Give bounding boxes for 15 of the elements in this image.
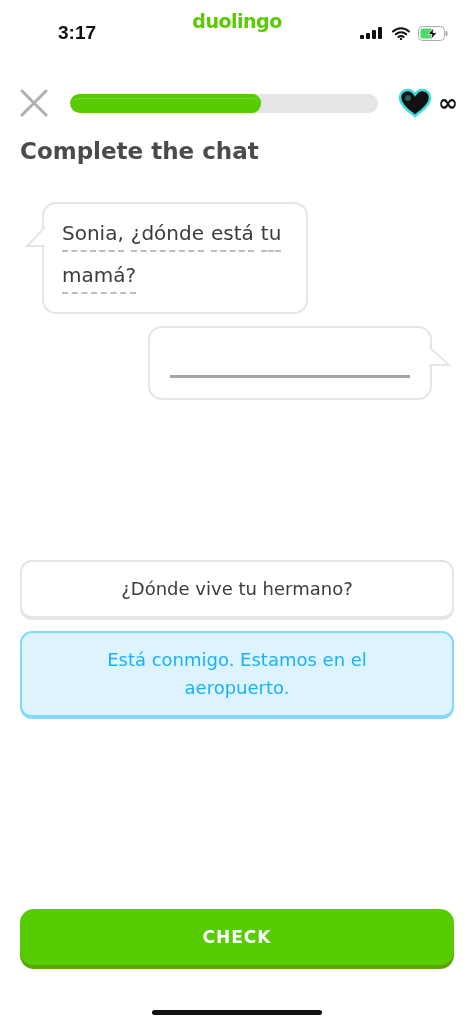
battery-charging-icon <box>418 25 448 41</box>
wifi-icon <box>392 26 410 40</box>
hint-word[interactable]: está <box>211 218 254 252</box>
close-icon[interactable] <box>20 89 48 117</box>
hint-word[interactable]: tu <box>260 218 282 252</box>
page-title: Complete the chat <box>20 138 260 164</box>
heart-icon <box>398 88 432 118</box>
signal-icon <box>360 27 384 39</box>
hint-word[interactable]: mamá? <box>62 260 137 294</box>
hint-word[interactable]: ¿dónde <box>130 218 204 252</box>
answer-option[interactable]: ¿Dónde vive tu hermano? <box>20 560 454 620</box>
status-time: 3:17 <box>58 22 97 44</box>
hearts-count: ∞ <box>438 89 458 117</box>
hint-word[interactable]: Sonia, <box>62 218 124 252</box>
app-name: duolingo <box>192 10 282 32</box>
